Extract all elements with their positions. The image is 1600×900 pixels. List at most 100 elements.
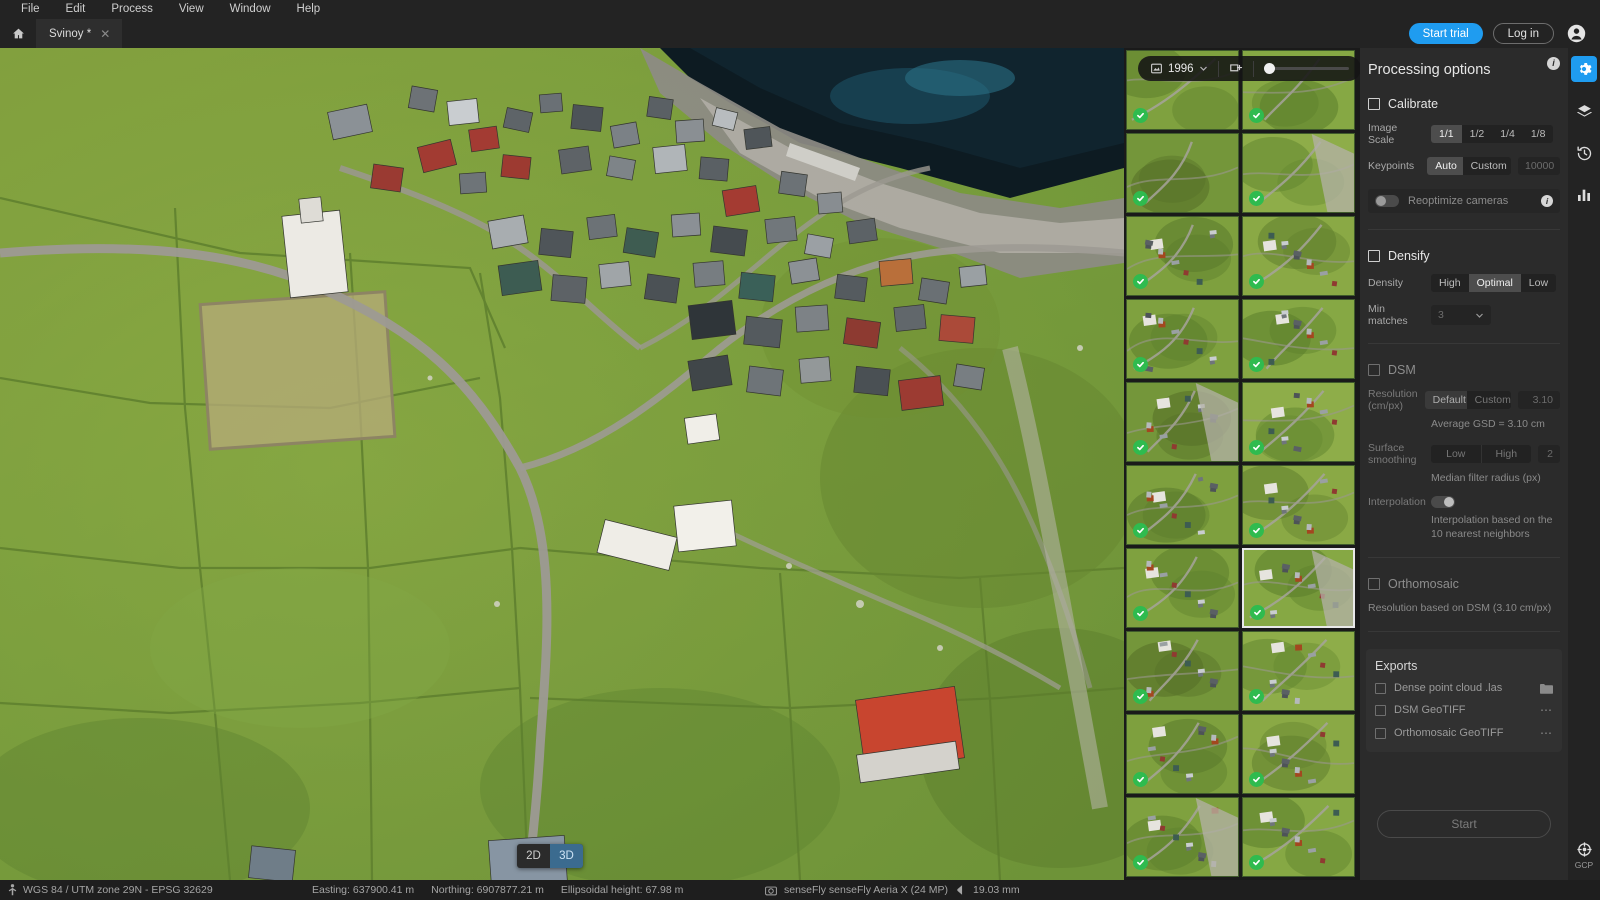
thumbnail-item[interactable] [1126,465,1239,545]
gcp-button[interactable]: GCP [1568,841,1600,870]
keypoints-segmented[interactable]: Auto Custom [1427,157,1511,175]
thumbnail-size-slider[interactable] [1263,63,1349,74]
image-scale-1-8[interactable]: 1/8 [1523,125,1554,143]
thumbnail-checked-badge[interactable] [1249,772,1264,787]
orthomosaic-checkbox[interactable] [1368,578,1380,590]
reoptimize-info-icon[interactable]: i [1541,195,1553,207]
menu-item-window[interactable]: Window [217,0,284,19]
menu-item-process[interactable]: Process [98,0,166,19]
export-row-dense-point-cloud[interactable]: Dense point cloud .las [1375,682,1553,694]
dsm-resolution-value[interactable]: 3.10 [1518,391,1560,409]
view-mode-2d[interactable]: 2D [517,844,550,868]
thumbnail-checked-badge[interactable] [1133,191,1148,206]
thumbnail-item[interactable] [1126,299,1239,379]
thumbnail-item[interactable] [1242,216,1355,296]
keypoints-auto[interactable]: Auto [1427,157,1463,175]
thumbnail-checked-badge[interactable] [1249,523,1264,538]
dsm-resolution-default[interactable]: Default [1424,391,1467,409]
densify-checkbox[interactable] [1368,250,1380,262]
start-button[interactable]: Start [1377,810,1551,838]
thumbnail-item[interactable] [1242,797,1355,877]
thumbnail-item[interactable] [1126,797,1239,877]
thumbnail-item[interactable] [1242,631,1355,711]
thumbnail-item[interactable] [1126,216,1239,296]
start-trial-button[interactable]: Start trial [1408,23,1483,44]
density-segmented[interactable]: High Optimal Low [1431,274,1557,292]
image-scale-1-1[interactable]: 1/1 [1431,125,1462,143]
dsm-resolution-segmented[interactable]: Default Custom [1424,391,1511,409]
dense-point-cloud-checkbox[interactable] [1375,682,1386,694]
surface-smoothing-value[interactable]: 2 [1538,445,1560,463]
interpolation-toggle[interactable] [1431,496,1455,508]
orthomosaic-geotiff-checkbox[interactable] [1375,727,1386,739]
rail-button-history[interactable] [1571,140,1597,166]
thumbnail-checked-badge[interactable] [1133,108,1148,123]
menu-item-view[interactable]: View [166,0,217,19]
thumbnail-checked-badge[interactable] [1249,440,1264,455]
density-high[interactable]: High [1431,274,1469,292]
thumbnail-checked-badge[interactable] [1249,357,1264,372]
dsm-checkbox[interactable] [1368,364,1380,376]
info-icon[interactable]: i [1547,56,1560,70]
calibrate-checkbox-row[interactable]: Calibrate [1368,97,1560,111]
menu-item-file[interactable]: File [8,0,53,19]
export-row-dsm-geotiff[interactable]: DSM GeoTIFF ⋯ [1375,703,1553,717]
view-mode-3d[interactable]: 3D [550,844,583,868]
thumbnail-item[interactable] [1242,382,1355,462]
tab-svinoy[interactable]: Svinoy * ✕ [36,19,122,48]
thumbnail-item[interactable] [1126,714,1239,794]
density-low[interactable]: Low [1521,274,1556,292]
orthomosaic-checkbox-row[interactable]: Orthomosaic [1368,577,1560,591]
thumbnail-item[interactable] [1126,548,1239,628]
export-row-orthomosaic-geotiff[interactable]: Orthomosaic GeoTIFF ⋯ [1375,726,1553,740]
menu-item-edit[interactable]: Edit [53,0,99,19]
dsm-geotiff-options-icon[interactable]: ⋯ [1540,703,1553,717]
thumbnail-checked-badge[interactable] [1133,274,1148,289]
image-scale-1-4[interactable]: 1/4 [1492,125,1523,143]
view-mode-toggle[interactable]: 2D 3D [517,844,583,868]
image-scale-segmented[interactable]: 1/1 1/2 1/4 1/8 [1431,125,1554,143]
calibrate-checkbox[interactable] [1368,98,1380,110]
thumbnail-item[interactable] [1126,631,1239,711]
thumbnail-item[interactable] [1242,548,1355,628]
rail-button-settings[interactable] [1571,56,1597,82]
thumbnail-checked-badge[interactable] [1249,108,1264,123]
thumbnail-checked-badge[interactable] [1249,689,1264,704]
dsm-resolution-custom[interactable]: Custom [1467,391,1511,409]
close-icon[interactable]: ✕ [100,28,110,40]
account-button[interactable] [1564,22,1588,46]
thumbnail-checked-badge[interactable] [1133,772,1148,787]
surface-smoothing-high[interactable]: High [1480,445,1532,463]
image-count-group[interactable]: 1996 [1144,62,1214,75]
rail-button-chart[interactable] [1571,182,1597,208]
add-image-button[interactable] [1223,62,1249,76]
thumbnail-checked-badge[interactable] [1133,523,1148,538]
thumbnail-item[interactable] [1242,465,1355,545]
map-viewport[interactable]: 2D 3D [0,48,1124,880]
surface-smoothing-segmented[interactable]: Low High [1431,445,1531,463]
thumbnail-item[interactable] [1242,133,1355,213]
reoptimize-cameras-toggle[interactable] [1375,195,1399,207]
thumbnail-item[interactable] [1126,133,1239,213]
thumbnail-checked-badge[interactable] [1249,855,1264,870]
keypoints-custom[interactable]: Custom [1463,157,1511,175]
thumbnail-item[interactable] [1242,299,1355,379]
density-optimal[interactable]: Optimal [1468,274,1521,292]
min-matches-select[interactable]: 3 [1431,305,1491,325]
thumbnail-checked-badge[interactable] [1133,357,1148,372]
thumbnail-checked-badge[interactable] [1250,605,1265,620]
image-thumbnail-panel[interactable]: 1996 [1124,48,1360,880]
keypoints-value-field[interactable]: 10000 [1518,157,1560,175]
slider-knob[interactable] [1263,63,1275,74]
thumbnail-item[interactable] [1126,382,1239,462]
log-in-button[interactable]: Log in [1492,23,1554,44]
densify-checkbox-row[interactable]: Densify [1368,249,1560,263]
thumbnail-checked-badge[interactable] [1133,855,1148,870]
thumbnail-checked-badge[interactable] [1133,440,1148,455]
rail-button-layers[interactable] [1571,98,1597,124]
chevron-down-icon[interactable] [1199,64,1208,73]
thumbnail-checked-badge[interactable] [1133,689,1148,704]
thumbnail-checked-badge[interactable] [1133,606,1148,621]
reoptimize-cameras-row[interactable]: Reoptimize cameras i [1368,189,1560,213]
dsm-geotiff-checkbox[interactable] [1375,704,1386,716]
